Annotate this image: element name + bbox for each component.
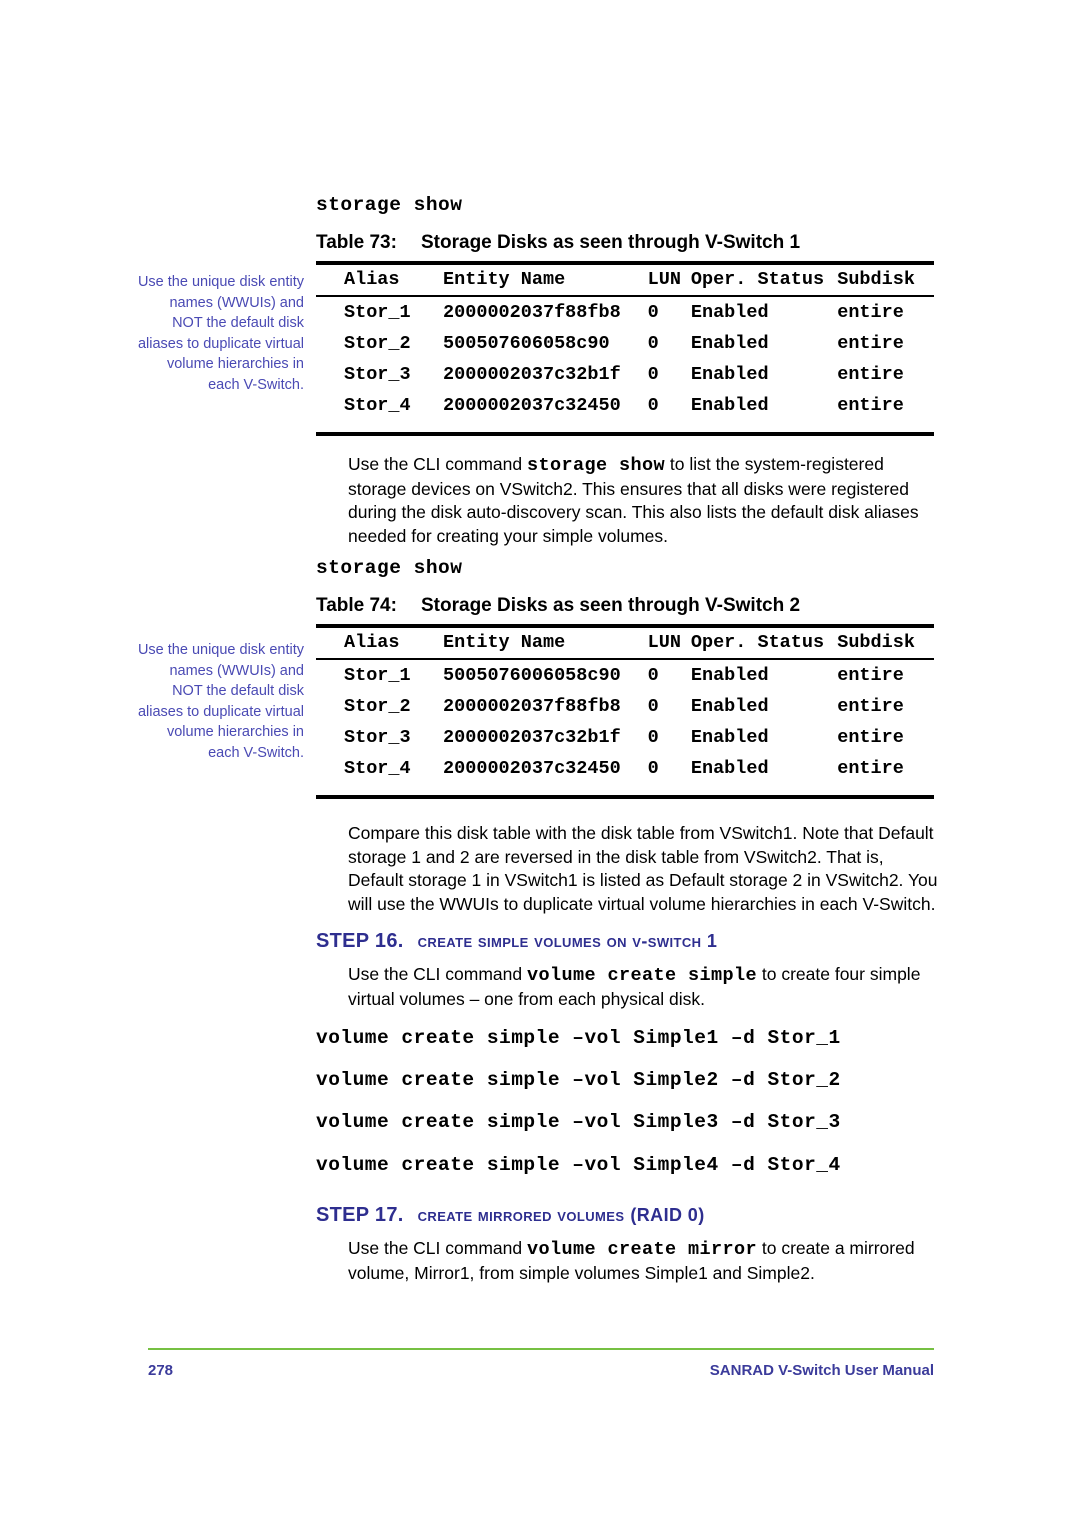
cell-alias: Stor_2 (344, 696, 411, 717)
table-73-col-alias: Alias (316, 263, 444, 297)
table-74-header-row: Alias Entity Name LUN Oper. Status Subdi… (316, 626, 934, 660)
step-17-title: Create mirrored volumes (417, 1205, 625, 1225)
cell-lun: 0 (647, 395, 659, 416)
step-17-text-part1: Use the CLI command (348, 1238, 527, 1258)
table-74-caption-label: Table 74: (316, 595, 397, 616)
cell-lun: 0 (647, 364, 659, 385)
cell-subdisk: entire (837, 302, 904, 323)
table-row: Stor_2 2000002037f88fb8 0 Enabled entire (316, 691, 934, 722)
step-17-body: Use the CLI command volume create mirror… (348, 1237, 938, 1285)
cell-status: Enabled (690, 395, 769, 416)
cell-entity: 2000002037c32b1f (443, 364, 621, 385)
cell-alias: Stor_2 (344, 333, 411, 354)
table-row: Stor_4 2000002037c32450 0 Enabled entire (316, 753, 934, 797)
table-74-block: Table 74: Storage Disks as seen through V… (316, 595, 934, 799)
table-row: Stor_1 2000002037f88fb8 0 Enabled entire (316, 296, 934, 328)
table-73-block: Table 73: Storage Disks as seen through V… (316, 232, 934, 436)
table-73-col-subdisk: Subdisk (837, 263, 934, 297)
cli-command-storage-show-2: storage show (316, 557, 463, 579)
cell-alias: Stor_3 (344, 364, 411, 385)
cell-lun: 0 (647, 665, 659, 686)
step-16-heading: STEP 16. Create simple volumes on V-Switc… (316, 930, 936, 953)
table-row: Stor_1 5005076006058c90 0 Enabled entire (316, 659, 934, 691)
cell-lun: 0 (647, 727, 659, 748)
cell-lun: 0 (647, 758, 659, 779)
table-73-header-row: Alias Entity Name LUN Oper. Status Subdi… (316, 263, 934, 297)
table-74-caption: Table 74: Storage Disks as seen through V… (316, 595, 934, 617)
inline-command-volume-create-simple: volume create simple (526, 965, 758, 986)
cell-subdisk: entire (837, 665, 904, 686)
par-text-part1: Use the CLI command (348, 454, 527, 474)
table-73-caption-label: Table 73: (316, 232, 397, 253)
table-74-caption-text: Storage Disks as seen through V-Switch 2 (421, 595, 801, 616)
table-73-col-status: Oper. Status (690, 263, 838, 297)
cell-entity: 2000002037f88fb8 (443, 302, 621, 323)
table-row: Stor_2 500507606058c90 0 Enabled entire (316, 328, 934, 359)
cell-subdisk: entire (837, 395, 904, 416)
cell-alias: Stor_1 (344, 302, 411, 323)
cli-command-volume-create-2: volume create simple –vol Simple2 –d Sto… (316, 1069, 841, 1091)
step-17-heading: STEP 17. Create mirrored volumes (RAID 0) (316, 1204, 936, 1227)
step-16-text-part1: Use the CLI command (348, 964, 527, 984)
table-row: Stor_3 2000002037c32b1f 0 Enabled entire (316, 722, 934, 753)
cli-command-volume-create-1: volume create simple –vol Simple1 –d Sto… (316, 1027, 841, 1049)
cell-subdisk: entire (837, 333, 904, 354)
inline-command-storage-show: storage show (526, 455, 665, 476)
cell-status: Enabled (690, 302, 769, 323)
table-73: Alias Entity Name LUN Oper. Status Subdi… (316, 261, 934, 436)
table-74-col-status: Oper. Status (690, 626, 838, 660)
margin-note-table-74: Use the unique disk entity names (WWUIs)… (137, 642, 304, 761)
table-row: Stor_3 2000002037c32b1f 0 Enabled entire (316, 359, 934, 390)
cell-lun: 0 (647, 696, 659, 717)
cell-status: Enabled (690, 364, 769, 385)
table-74-col-alias: Alias (316, 626, 444, 660)
margin-note-table-73: Use the unique disk entity names (WWUIs)… (137, 274, 304, 393)
cell-status: Enabled (690, 727, 769, 748)
footer-divider (148, 1348, 934, 1350)
table-row: Stor_4 2000002037c32450 0 Enabled entire (316, 390, 934, 434)
cell-entity: 2000002037f88fb8 (443, 696, 621, 717)
step-16-title: Create simple volumes on V-Switch 1 (417, 931, 718, 951)
cell-status: Enabled (690, 696, 769, 717)
paragraph-after-table-74: Compare this disk table with the disk ta… (348, 823, 938, 914)
step-17-title-suffix: (RAID 0) (630, 1205, 705, 1225)
cell-entity: 5005076006058c90 (443, 665, 621, 686)
cell-alias: Stor_3 (344, 727, 411, 748)
cell-status: Enabled (690, 758, 769, 779)
table-73-caption: Table 73: Storage Disks as seen through V… (316, 232, 934, 254)
footer-page-number: 278 (148, 1362, 174, 1379)
cell-entity: 2000002037c32450 (443, 395, 621, 416)
cell-lun: 0 (647, 333, 659, 354)
step-16-label: STEP 16. (316, 930, 404, 952)
cell-status: Enabled (690, 333, 769, 354)
table-74-col-entity: Entity Name (443, 626, 648, 660)
cli-command-storage-show-1: storage show (316, 194, 463, 216)
step-17-label: STEP 17. (316, 1204, 404, 1226)
cli-command-volume-create-3: volume create simple –vol Simple3 –d Sto… (316, 1111, 841, 1133)
cli-command-volume-create-4: volume create simple –vol Simple4 –d Sto… (316, 1154, 841, 1176)
cell-subdisk: entire (837, 364, 904, 385)
table-73-col-entity: Entity Name (443, 263, 648, 297)
inline-command-volume-create-mirror: volume create mirror (526, 1239, 758, 1260)
cell-entity: 500507606058c90 (443, 333, 610, 354)
table-74-col-subdisk: Subdisk (837, 626, 934, 660)
cell-subdisk: entire (837, 758, 904, 779)
cell-alias: Stor_4 (344, 395, 411, 416)
manual-page: storage show Use the unique disk entity … (0, 0, 1080, 1528)
table-74-col-lun: LUN (647, 626, 691, 660)
cell-subdisk: entire (837, 727, 904, 748)
step-16-body: Use the CLI command volume create simple… (348, 963, 938, 1011)
footer-manual-title: SANRAD V-Switch User Manual (709, 1362, 934, 1379)
cell-lun: 0 (647, 302, 659, 323)
cell-entity: 2000002037c32b1f (443, 727, 621, 748)
table-73-caption-text: Storage Disks as seen through V-Switch 1 (421, 232, 801, 253)
paragraph-after-table-73: Use the CLI command storage show to list… (348, 453, 938, 548)
table-73-col-lun: LUN (647, 263, 691, 297)
cell-status: Enabled (690, 665, 769, 686)
cell-alias: Stor_4 (344, 758, 411, 779)
cell-subdisk: entire (837, 696, 904, 717)
cell-alias: Stor_1 (344, 665, 411, 686)
table-74: Alias Entity Name LUN Oper. Status Subdi… (316, 624, 934, 799)
cell-entity: 2000002037c32450 (443, 758, 621, 779)
